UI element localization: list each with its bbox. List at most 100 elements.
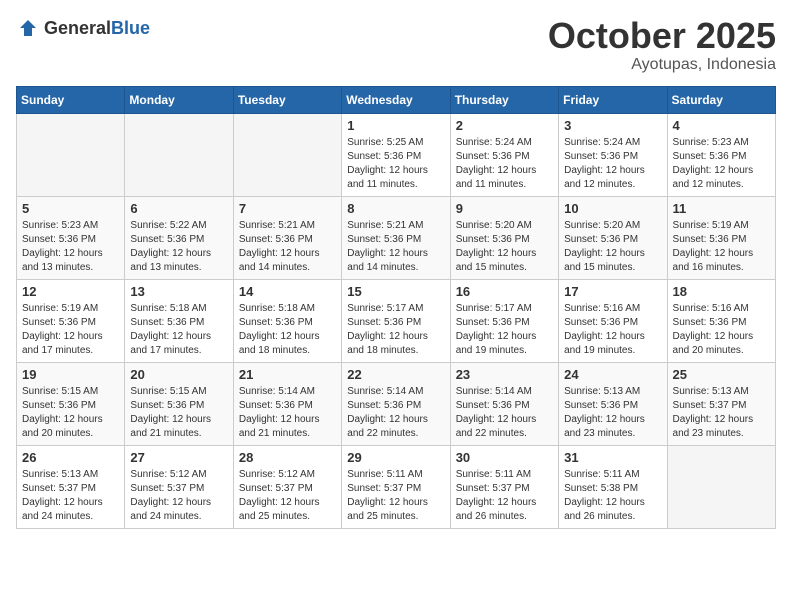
- day-info: Sunrise: 5:15 AMSunset: 5:36 PMDaylight:…: [22, 385, 119, 441]
- day-info: Sunrise: 5:11 AMSunset: 5:37 PMDaylight:…: [456, 468, 553, 524]
- day-number: 4: [673, 118, 770, 133]
- calendar-cell: 26 Sunrise: 5:13 AMSunset: 5:37 PMDayligh…: [17, 445, 125, 528]
- day-number: 6: [130, 201, 227, 216]
- day-number: 3: [564, 118, 661, 133]
- day-info: Sunrise: 5:12 AMSunset: 5:37 PMDaylight:…: [130, 468, 227, 524]
- day-number: 17: [564, 284, 661, 299]
- day-number: 1: [347, 118, 444, 133]
- day-number: 26: [22, 450, 119, 465]
- location-title: Ayotupas, Indonesia: [548, 56, 776, 74]
- day-number: 24: [564, 367, 661, 382]
- calendar-cell: 25 Sunrise: 5:13 AMSunset: 5:37 PMDayligh…: [667, 362, 775, 445]
- day-number: 9: [456, 201, 553, 216]
- day-number: 10: [564, 201, 661, 216]
- day-number: 21: [239, 367, 336, 382]
- day-info: Sunrise: 5:19 AMSunset: 5:36 PMDaylight:…: [22, 302, 119, 358]
- day-info: Sunrise: 5:24 AMSunset: 5:36 PMDaylight:…: [456, 136, 553, 192]
- calendar-cell: 6 Sunrise: 5:22 AMSunset: 5:36 PMDaylight…: [125, 196, 233, 279]
- day-info: Sunrise: 5:14 AMSunset: 5:36 PMDaylight:…: [239, 385, 336, 441]
- calendar-cell: 8Sunrise: 5:21 AMSunset: 5:36 PMDaylight…: [342, 196, 450, 279]
- day-number: 2: [456, 118, 553, 133]
- day-info: Sunrise: 5:19 AMSunset: 5:36 PMDaylight:…: [673, 219, 770, 275]
- day-info: Sunrise: 5:13 AMSunset: 5:37 PMDaylight:…: [22, 468, 119, 524]
- day-info: Sunrise: 5:13 AMSunset: 5:37 PMDaylight:…: [673, 385, 770, 441]
- calendar-table: SundayMondayTuesdayWednesdayThursdayFrid…: [16, 86, 776, 529]
- day-info: Sunrise: 5:23 AMSunset: 5:36 PMDaylight:…: [673, 136, 770, 192]
- calendar-cell: 7 Sunrise: 5:21 AMSunset: 5:36 PMDaylight…: [233, 196, 341, 279]
- calendar-cell: 28 Sunrise: 5:12 AMSunset: 5:37 PMDayligh…: [233, 445, 341, 528]
- day-info: Sunrise: 5:11 AMSunset: 5:38 PMDaylight:…: [564, 468, 661, 524]
- day-info: Sunrise: 5:25 AMSunset: 5:36 PMDaylight:…: [347, 136, 444, 192]
- day-number: 31: [564, 450, 661, 465]
- calendar-cell: 21 Sunrise: 5:14 AMSunset: 5:36 PMDayligh…: [233, 362, 341, 445]
- calendar-cell: 23 Sunrise: 5:14 AMSunset: 5:36 PMDayligh…: [450, 362, 558, 445]
- day-info: Sunrise: 5:18 AMSunset: 5:36 PMDaylight:…: [130, 302, 227, 358]
- calendar-cell: [17, 113, 125, 196]
- month-title: October 2025: [548, 16, 776, 56]
- day-number: 13: [130, 284, 227, 299]
- day-number: 22: [347, 367, 444, 382]
- weekday-header-sunday: Sunday: [17, 86, 125, 113]
- day-number: 28: [239, 450, 336, 465]
- day-number: 29: [347, 450, 444, 465]
- day-number: 18: [673, 284, 770, 299]
- day-number: 19: [22, 367, 119, 382]
- day-number: 7: [239, 201, 336, 216]
- calendar-week-row: 1 Sunrise: 5:25 AMSunset: 5:36 PMDaylight…: [17, 113, 776, 196]
- calendar-cell: 3Sunrise: 5:24 AMSunset: 5:36 PMDaylight…: [559, 113, 667, 196]
- day-info: Sunrise: 5:17 AMSunset: 5:36 PMDaylight:…: [347, 302, 444, 358]
- calendar-cell: 18 Sunrise: 5:16 AMSunset: 5:36 PMDayligh…: [667, 279, 775, 362]
- calendar-cell: 4 Sunrise: 5:23 AMSunset: 5:36 PMDaylight…: [667, 113, 775, 196]
- page-header: GeneralBlue October 2025 Ayotupas, Indon…: [16, 16, 776, 74]
- calendar-cell: 1 Sunrise: 5:25 AMSunset: 5:36 PMDaylight…: [342, 113, 450, 196]
- day-number: 8: [347, 201, 444, 216]
- calendar-cell: 13 Sunrise: 5:18 AMSunset: 5:36 PMDayligh…: [125, 279, 233, 362]
- calendar-cell: 20 Sunrise: 5:15 AMSunset: 5:36 PMDayligh…: [125, 362, 233, 445]
- logo-general: GeneralBlue: [44, 18, 150, 39]
- day-info: Sunrise: 5:14 AMSunset: 5:36 PMDaylight:…: [456, 385, 553, 441]
- day-info: Sunrise: 5:16 AMSunset: 5:36 PMDaylight:…: [564, 302, 661, 358]
- day-number: 14: [239, 284, 336, 299]
- calendar-cell: 27Sunrise: 5:12 AMSunset: 5:37 PMDayligh…: [125, 445, 233, 528]
- day-info: Sunrise: 5:16 AMSunset: 5:36 PMDaylight:…: [673, 302, 770, 358]
- day-number: 25: [673, 367, 770, 382]
- calendar-cell: 29 Sunrise: 5:11 AMSunset: 5:37 PMDayligh…: [342, 445, 450, 528]
- day-info: Sunrise: 5:21 AMSunset: 5:36 PMDaylight:…: [239, 219, 336, 275]
- logo-icon: [16, 16, 40, 40]
- calendar-cell: 31 Sunrise: 5:11 AMSunset: 5:38 PMDayligh…: [559, 445, 667, 528]
- calendar-cell: 19 Sunrise: 5:15 AMSunset: 5:36 PMDayligh…: [17, 362, 125, 445]
- weekday-header-wednesday: Wednesday: [342, 86, 450, 113]
- day-info: Sunrise: 5:12 AMSunset: 5:37 PMDaylight:…: [239, 468, 336, 524]
- day-number: 20: [130, 367, 227, 382]
- day-number: 5: [22, 201, 119, 216]
- weekday-header-friday: Friday: [559, 86, 667, 113]
- calendar-cell: 22Sunrise: 5:14 AMSunset: 5:36 PMDayligh…: [342, 362, 450, 445]
- weekday-header-tuesday: Tuesday: [233, 86, 341, 113]
- day-info: Sunrise: 5:11 AMSunset: 5:37 PMDaylight:…: [347, 468, 444, 524]
- calendar-week-row: 12Sunrise: 5:19 AMSunset: 5:36 PMDayligh…: [17, 279, 776, 362]
- calendar-cell: 9 Sunrise: 5:20 AMSunset: 5:36 PMDaylight…: [450, 196, 558, 279]
- day-number: 30: [456, 450, 553, 465]
- calendar-cell: 14 Sunrise: 5:18 AMSunset: 5:36 PMDayligh…: [233, 279, 341, 362]
- day-info: Sunrise: 5:23 AMSunset: 5:36 PMDaylight:…: [22, 219, 119, 275]
- calendar-cell: 2 Sunrise: 5:24 AMSunset: 5:36 PMDaylight…: [450, 113, 558, 196]
- day-info: Sunrise: 5:18 AMSunset: 5:36 PMDaylight:…: [239, 302, 336, 358]
- calendar-cell: 12Sunrise: 5:19 AMSunset: 5:36 PMDayligh…: [17, 279, 125, 362]
- calendar-cell: [233, 113, 341, 196]
- weekday-header-row: SundayMondayTuesdayWednesdayThursdayFrid…: [17, 86, 776, 113]
- calendar-cell: 16 Sunrise: 5:17 AMSunset: 5:36 PMDayligh…: [450, 279, 558, 362]
- day-info: Sunrise: 5:20 AMSunset: 5:36 PMDaylight:…: [564, 219, 661, 275]
- day-info: Sunrise: 5:20 AMSunset: 5:36 PMDaylight:…: [456, 219, 553, 275]
- calendar-cell: 24Sunrise: 5:13 AMSunset: 5:36 PMDayligh…: [559, 362, 667, 445]
- weekday-header-saturday: Saturday: [667, 86, 775, 113]
- logo: GeneralBlue: [16, 16, 150, 40]
- day-info: Sunrise: 5:17 AMSunset: 5:36 PMDaylight:…: [456, 302, 553, 358]
- calendar-cell: 17 Sunrise: 5:16 AMSunset: 5:36 PMDayligh…: [559, 279, 667, 362]
- day-info: Sunrise: 5:15 AMSunset: 5:36 PMDaylight:…: [130, 385, 227, 441]
- calendar-week-row: 19 Sunrise: 5:15 AMSunset: 5:36 PMDayligh…: [17, 362, 776, 445]
- day-info: Sunrise: 5:22 AMSunset: 5:36 PMDaylight:…: [130, 219, 227, 275]
- day-number: 23: [456, 367, 553, 382]
- calendar-week-row: 5 Sunrise: 5:23 AMSunset: 5:36 PMDaylight…: [17, 196, 776, 279]
- day-number: 16: [456, 284, 553, 299]
- calendar-cell: 30 Sunrise: 5:11 AMSunset: 5:37 PMDayligh…: [450, 445, 558, 528]
